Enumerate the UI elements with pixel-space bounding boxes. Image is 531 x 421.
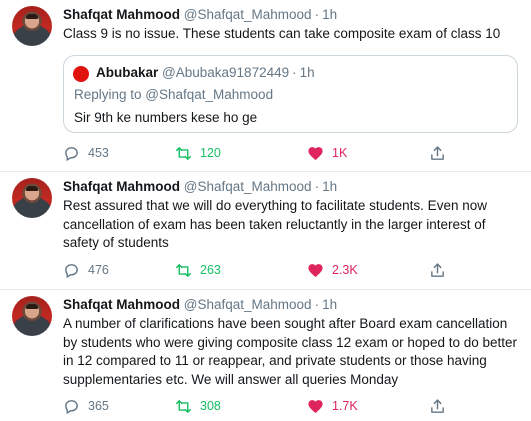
share-button[interactable] <box>429 260 454 280</box>
author-handle[interactable]: @Shafqat_Mahmood <box>184 179 312 194</box>
author-name[interactable]: Shafqat Mahmood <box>63 297 180 312</box>
tweet-2[interactable]: Shafqat Mahmood @Shafqat_Mahmood · 1h Rest… <box>0 172 531 290</box>
heart-icon <box>308 263 323 277</box>
heart-icon <box>308 399 323 413</box>
tweet-actions: 365 308 1.7K <box>63 396 463 416</box>
retweet-button[interactable]: 120 <box>175 143 221 163</box>
reply-count: 453 <box>88 146 109 160</box>
quoted-tweet[interactable]: Abubakar @Abubaka91872449 · 1h Replying to… <box>63 55 518 133</box>
author-name[interactable]: Shafqat Mahmood <box>63 179 180 194</box>
separator-dot: · <box>314 297 320 312</box>
reply-icon <box>65 263 78 278</box>
like-button[interactable]: 2.3K <box>307 260 358 280</box>
share-button[interactable] <box>429 143 454 163</box>
heart-icon <box>308 146 323 160</box>
reply-button[interactable]: 365 <box>63 396 109 416</box>
reply-icon <box>65 146 78 161</box>
quote-avatar <box>73 66 89 82</box>
avatar[interactable] <box>12 6 52 46</box>
like-count: 1.7K <box>332 399 358 413</box>
share-icon <box>431 262 444 277</box>
quote-header: Abubakar @Abubaka91872449 · 1h <box>96 64 315 82</box>
tweet-3[interactable]: Shafqat Mahmood @Shafqat_Mahmood · 1h A nu… <box>0 290 531 421</box>
tweet-1[interactable]: Shafqat Mahmood @Shafqat_Mahmood · 1h Clas… <box>0 0 531 172</box>
author-handle[interactable]: @Shafqat_Mahmood <box>184 297 312 312</box>
quote-author-handle: @Abubaka91872449 <box>162 65 290 80</box>
like-button[interactable]: 1.7K <box>307 396 358 416</box>
retweet-count: 308 <box>200 399 221 413</box>
tweet-actions: 476 263 2.3K <box>63 260 463 280</box>
tweet-header: Shafqat Mahmood @Shafqat_Mahmood · 1h <box>63 296 337 314</box>
share-button[interactable] <box>429 396 454 416</box>
share-icon <box>431 145 444 160</box>
tweet-header: Shafqat Mahmood @Shafqat_Mahmood · 1h <box>63 178 337 196</box>
author-name[interactable]: Shafqat Mahmood <box>63 7 180 22</box>
separator-dot: · <box>292 65 297 80</box>
retweet-button[interactable]: 263 <box>175 260 221 280</box>
quote-author-name: Abubakar <box>96 65 159 80</box>
tweet-text: Rest assured that we will do everything … <box>63 198 487 250</box>
retweet-button[interactable]: 308 <box>175 396 221 416</box>
retweet-count: 263 <box>200 263 221 277</box>
share-icon <box>431 398 444 413</box>
retweet-icon <box>176 399 191 413</box>
tweet-header: Shafqat Mahmood @Shafqat_Mahmood · 1h <box>63 6 337 24</box>
quote-text: Sir 9th ke numbers kese ho ge <box>74 110 258 125</box>
retweet-count: 120 <box>200 146 221 160</box>
avatar[interactable] <box>12 296 52 336</box>
tweet-text: A number of clarifications have been sou… <box>63 316 518 387</box>
avatar[interactable] <box>12 178 52 218</box>
timestamp[interactable]: 1h <box>322 179 337 194</box>
timestamp[interactable]: 1h <box>322 7 337 22</box>
retweet-icon <box>176 263 191 277</box>
reply-count: 476 <box>88 263 109 277</box>
tweet-text: Class 9 is no issue. These students can … <box>63 26 501 41</box>
timestamp[interactable]: 1h <box>322 297 337 312</box>
quote-timestamp: 1h <box>299 65 315 80</box>
separator-dot: · <box>314 179 320 194</box>
like-button[interactable]: 1K <box>307 143 347 163</box>
separator-dot: · <box>314 7 320 22</box>
like-count: 2.3K <box>332 263 358 277</box>
tweet-actions: 453 120 1K <box>63 143 463 163</box>
retweet-icon <box>176 146 191 160</box>
reply-button[interactable]: 476 <box>63 260 109 280</box>
author-handle[interactable]: @Shafqat_Mahmood <box>184 7 312 22</box>
reply-button[interactable]: 453 <box>63 143 109 163</box>
like-count: 1K <box>332 146 348 160</box>
reply-icon <box>65 399 78 414</box>
reply-count: 365 <box>88 399 109 413</box>
replying-to: Replying to @Shafqat_Mahmood <box>74 87 274 102</box>
